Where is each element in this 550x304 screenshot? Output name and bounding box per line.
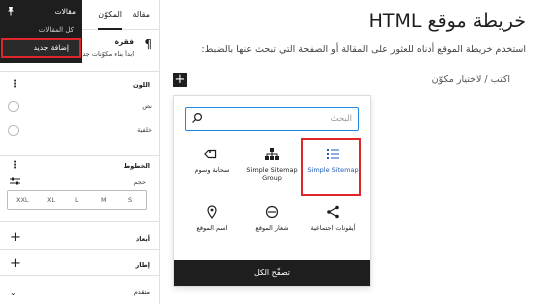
block-item-social-icons[interactable]: أيقونات اجتماعية: [303, 198, 363, 256]
list-icon: [327, 149, 339, 159]
pin-icon: [8, 7, 14, 16]
font-size-xl[interactable]: XL: [47, 196, 55, 204]
plus-icon[interactable]: +: [10, 257, 21, 271]
color-option-text[interactable]: نص: [8, 100, 152, 114]
block-item-simple-sitemap[interactable]: Simple Sitemap: [301, 138, 361, 196]
block-placeholder[interactable]: اكتب / لاختيار مكوّن: [432, 74, 510, 85]
block-item-tag-cloud[interactable]: سحابة وسوم: [182, 140, 242, 198]
tab-block[interactable]: المكوّن: [98, 0, 122, 30]
dimensions-panel[interactable]: أبعاد +: [0, 228, 160, 250]
block-card-title: فقرة: [114, 37, 134, 46]
block-search-field[interactable]: [185, 107, 359, 131]
color-option-label: خلفية: [137, 126, 152, 134]
color-option-background[interactable]: خلفية: [8, 124, 152, 138]
color-panel-title: اللون: [133, 81, 150, 89]
block-item-label: أيقونات اجتماعية: [310, 224, 356, 232]
intro-paragraph[interactable]: استخدم خريطة الموقع أدناه للعثور على الم…: [186, 44, 526, 55]
border-panel-title: إطار: [135, 261, 150, 269]
settings-sidebar: مقالة المكوّن مقالات كل المقالات إضافة ج…: [0, 0, 160, 304]
share-icon: [327, 205, 339, 219]
browse-all-button[interactable]: تصفّح الكل: [174, 260, 370, 286]
block-item-label: اسم الموقع: [196, 224, 228, 232]
posts-menu-header[interactable]: مقالات: [55, 5, 76, 19]
block-search-input[interactable]: [202, 109, 352, 129]
block-item-label: شعار الموقع: [255, 224, 289, 232]
font-size-l[interactable]: L: [75, 196, 79, 204]
posts-menu-flyout: مقالات كل المقالات إضافة جديد: [0, 0, 82, 63]
font-size-picker[interactable]: XXL XL L M S: [7, 190, 147, 210]
chevron-down-icon: ⌄: [10, 288, 17, 297]
block-item-sitemap-group[interactable]: Simple Sitemap Group: [242, 140, 302, 198]
paragraph-icon: ¶: [144, 37, 152, 51]
border-panel[interactable]: إطار +: [0, 254, 160, 276]
add-new-post-link[interactable]: إضافة جديد: [1, 38, 81, 58]
map-pin-icon: [207, 205, 217, 219]
search-icon: [192, 112, 203, 123]
advanced-panel-title: متقدم: [133, 288, 150, 296]
site-logo-icon: [265, 205, 279, 219]
more-options-icon[interactable]: ⋮: [10, 161, 20, 171]
hierarchy-icon: [265, 148, 279, 160]
font-size-s[interactable]: S: [128, 196, 132, 204]
all-posts-link[interactable]: كل المقالات: [39, 26, 74, 34]
add-block-button[interactable]: +: [173, 73, 187, 87]
block-inserter-popover: سحابة وسوم Simple Sitemap Group: [173, 95, 371, 287]
page-title[interactable]: خريطة موقع HTML: [369, 10, 526, 32]
sliders-icon[interactable]: [10, 176, 20, 186]
block-grid: سحابة وسوم Simple Sitemap Group Simple S…: [174, 138, 370, 256]
color-panel: اللون ⋮ نص خلفية: [0, 72, 160, 156]
block-item-label: سحابة وسوم: [194, 166, 230, 174]
dimensions-panel-title: أبعاد: [135, 235, 150, 243]
block-item-site-logo[interactable]: شعار الموقع: [242, 198, 302, 256]
font-size-xxl[interactable]: XXL: [16, 196, 29, 204]
typography-panel: الخطوط ⋮ حجم XXL XL L M S: [0, 156, 160, 222]
typography-panel-title: الخطوط: [123, 162, 150, 170]
editor-canvas: خريطة موقع HTML استخدم خريطة الموقع أدنا…: [160, 0, 550, 304]
block-item-label: Simple Sitemap: [307, 166, 359, 174]
plus-icon[interactable]: +: [10, 231, 21, 245]
block-item-site-title[interactable]: اسم الموقع: [182, 198, 242, 256]
color-swatch: [8, 125, 19, 136]
font-size-label: حجم: [133, 178, 146, 186]
tag-icon: [204, 149, 217, 159]
more-options-icon[interactable]: ⋮: [10, 80, 20, 90]
color-swatch: [8, 101, 19, 112]
block-item-label: Simple Sitemap Group: [246, 166, 298, 182]
advanced-panel[interactable]: متقدم ⌄: [0, 284, 160, 304]
font-size-m[interactable]: M: [101, 196, 107, 204]
color-option-label: نص: [142, 102, 152, 110]
tab-article[interactable]: مقالة: [133, 0, 151, 30]
